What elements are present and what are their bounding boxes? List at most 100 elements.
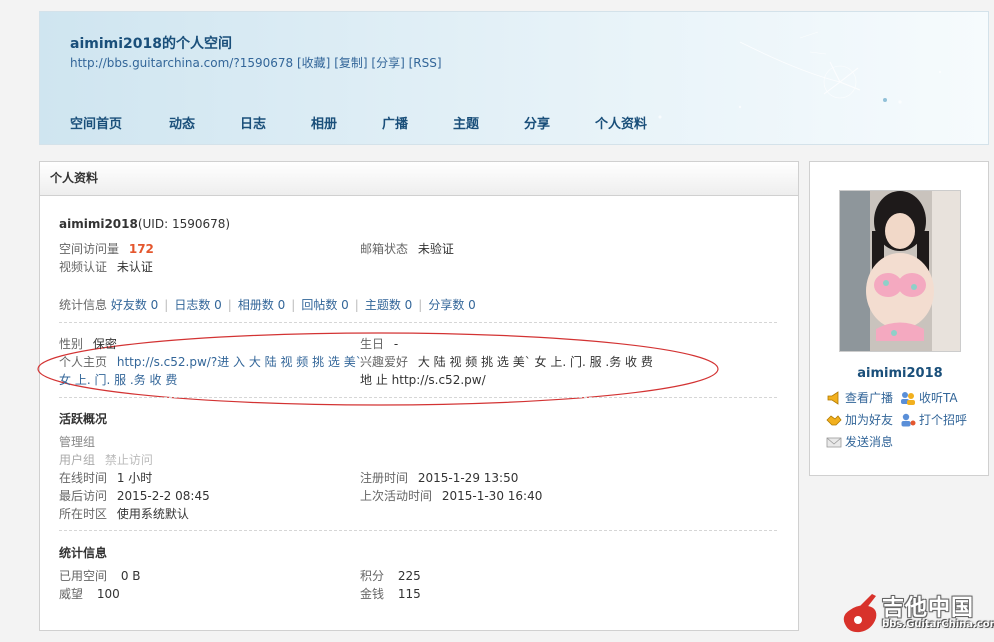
- visits-value: 172: [128, 242, 154, 256]
- last-active-value: 2015-1-30 16:40: [441, 489, 543, 503]
- stat-info-title: 统计信息: [59, 546, 108, 560]
- side-username[interactable]: aimimi2018: [810, 366, 990, 381]
- nav-blog[interactable]: 日志: [240, 113, 311, 132]
- profile-uid: (UID: 1590678): [137, 217, 231, 231]
- last-active-row: 上次活动时间 2015-1-30 16:40: [360, 487, 542, 504]
- gender-label: 性别: [59, 337, 84, 351]
- visits-row: 空间访问量 172: [59, 240, 154, 257]
- stat-friends[interactable]: 好友数 0: [111, 298, 158, 312]
- last-visit-label: 最后访问: [59, 489, 108, 503]
- register-label: 注册时间: [360, 471, 409, 485]
- avatar[interactable]: [839, 190, 961, 352]
- birthday-label: 生日: [360, 337, 385, 351]
- email-label: 邮箱状态: [360, 242, 409, 256]
- points-row: 积分 225: [360, 567, 421, 584]
- avatar-photo: [840, 191, 960, 351]
- money-label: 金钱: [360, 587, 385, 601]
- user-side-panel: aimimi2018 查看广播 收听TA 加为好友 打个招呼 发送消息: [809, 161, 989, 476]
- email-row: 邮箱状态 未验证: [360, 240, 454, 257]
- greet-button[interactable]: 打个招呼: [900, 411, 967, 428]
- video-row: 视频认证 未认证: [59, 258, 153, 275]
- user-group-value[interactable]: 禁止访问: [105, 453, 153, 467]
- homepage-row: 个人主页 http://s.c52.pw/?进 入 大 陆 视 频 挑 选 美`: [59, 353, 362, 370]
- homepage-label: 个人主页: [59, 355, 108, 369]
- online-row: 在线时间 1 小时: [59, 469, 152, 486]
- register-row: 注册时间 2015-1-29 13:50: [360, 469, 518, 486]
- watermark-subtitle: bbs.GuitarChina.com: [882, 619, 994, 630]
- space-url-link[interactable]: http://bbs.guitarchina.com/?1590678: [70, 56, 293, 70]
- space-title: aimimi2018的个人空间: [70, 36, 232, 52]
- admin-group: 管理组: [59, 435, 96, 449]
- users-icon: [901, 391, 915, 405]
- space-nav: 空间首页 动态 日志 相册 广播 主题 分享 个人资料: [70, 113, 675, 132]
- nav-profile[interactable]: 个人资料: [595, 113, 675, 132]
- last-visit-value: 2015-2-2 08:45: [116, 489, 210, 503]
- profile-username: aimimi2018: [59, 217, 138, 231]
- profile-username-line: aimimi2018(UID: 1590678): [59, 217, 230, 231]
- homepage-link[interactable]: http://s.c52.pw/?进 入 大 陆 视 频 挑 选 美`: [117, 355, 362, 369]
- send-message-button[interactable]: 发送消息: [826, 433, 893, 450]
- last-active-label: 上次活动时间: [360, 489, 433, 503]
- visits-label: 空间访问量: [59, 242, 120, 256]
- stat-replies[interactable]: 回帖数 0: [301, 298, 348, 312]
- nav-threads[interactable]: 主题: [453, 113, 524, 132]
- follow-label: 收听TA: [919, 391, 958, 405]
- nav-activity[interactable]: 动态: [169, 113, 240, 132]
- birthday-value: -: [393, 337, 399, 351]
- stat-blogs[interactable]: 日志数 0: [174, 298, 221, 312]
- share-link[interactable]: [分享]: [371, 56, 404, 70]
- prestige-row: 威望 100: [59, 585, 120, 602]
- hobby-value-continued: 地 止 http://s.c52.pw/: [360, 373, 486, 387]
- space-label: 已用空间: [59, 569, 108, 583]
- user-group-label: 用户组: [59, 453, 96, 467]
- rss-link[interactable]: [RSS]: [409, 56, 442, 70]
- space-header: aimimi2018的个人空间 http://bbs.guitarchina.c…: [39, 11, 989, 145]
- nav-share[interactable]: 分享: [524, 113, 595, 132]
- greet-user-icon: [901, 413, 916, 426]
- send-message-label: 发送消息: [845, 435, 894, 449]
- nav-broadcast[interactable]: 广播: [382, 113, 453, 132]
- money-row: 金钱 115: [360, 585, 421, 602]
- view-broadcast-button[interactable]: 查看广播: [826, 389, 893, 406]
- email-value: 未验证: [417, 242, 454, 256]
- space-row: 已用空间 0 B: [59, 567, 141, 584]
- guitar-logo-icon: [843, 594, 877, 633]
- activity-title: 活跃概况: [59, 412, 108, 426]
- gender-value: 保密: [92, 337, 117, 351]
- watermark-title: 吉他中国: [882, 596, 975, 621]
- prestige-label: 威望: [59, 587, 84, 601]
- gender-row: 性别 保密: [59, 335, 117, 352]
- stat-albums[interactable]: 相册数 0: [238, 298, 285, 312]
- space-url-line: http://bbs.guitarchina.com/?1590678 [收藏]…: [70, 54, 442, 71]
- hobby-label: 兴趣爱好: [360, 355, 409, 369]
- space-value: 0 B: [120, 569, 141, 583]
- timezone-value: 使用系统默认: [116, 507, 189, 521]
- nav-album[interactable]: 相册: [311, 113, 382, 132]
- nav-space-home[interactable]: 空间首页: [70, 113, 169, 132]
- megaphone-icon: [827, 390, 839, 405]
- homepage-continuation: 女 上. 门. 服 .务 收 费: [59, 371, 177, 388]
- copy-link[interactable]: [复制]: [334, 56, 367, 70]
- stats-label: 统计信息: [59, 298, 108, 312]
- online-value: 1 小时: [116, 471, 153, 485]
- follow-button[interactable]: 收听TA: [900, 389, 958, 406]
- divider: [59, 530, 777, 531]
- add-friend-button[interactable]: 加为好友: [826, 411, 893, 428]
- last-visit-row: 最后访问 2015-2-2 08:45: [59, 487, 210, 504]
- greet-label: 打个招呼: [919, 413, 968, 427]
- stat-threads[interactable]: 主题数 0: [365, 298, 412, 312]
- register-value: 2015-1-29 13:50: [417, 471, 519, 485]
- hobby-continuation: 地 止 http://s.c52.pw/: [360, 371, 486, 388]
- add-friend-label: 加为好友: [845, 413, 894, 427]
- homepage-link-continued[interactable]: 女 上. 门. 服 .务 收 费: [59, 373, 177, 387]
- hobby-row: 兴趣爱好 大 陆 视 频 挑 选 美` 女 上. 门. 服 .务 收 费: [360, 353, 653, 370]
- user-group-row: 用户组 禁止访问: [59, 451, 153, 468]
- hobby-value: 大 陆 视 频 挑 选 美` 女 上. 门. 服 .务 收 费: [417, 355, 653, 369]
- handshake-icon: [826, 414, 842, 425]
- stat-shares[interactable]: 分享数 0: [428, 298, 475, 312]
- online-label: 在线时间: [59, 471, 108, 485]
- site-watermark: 吉他中国 bbs.GuitarChina.com: [838, 586, 994, 636]
- timezone-label: 所在时区: [59, 507, 108, 521]
- video-value: 未认证: [116, 260, 153, 274]
- favorite-link[interactable]: [收藏]: [297, 56, 330, 70]
